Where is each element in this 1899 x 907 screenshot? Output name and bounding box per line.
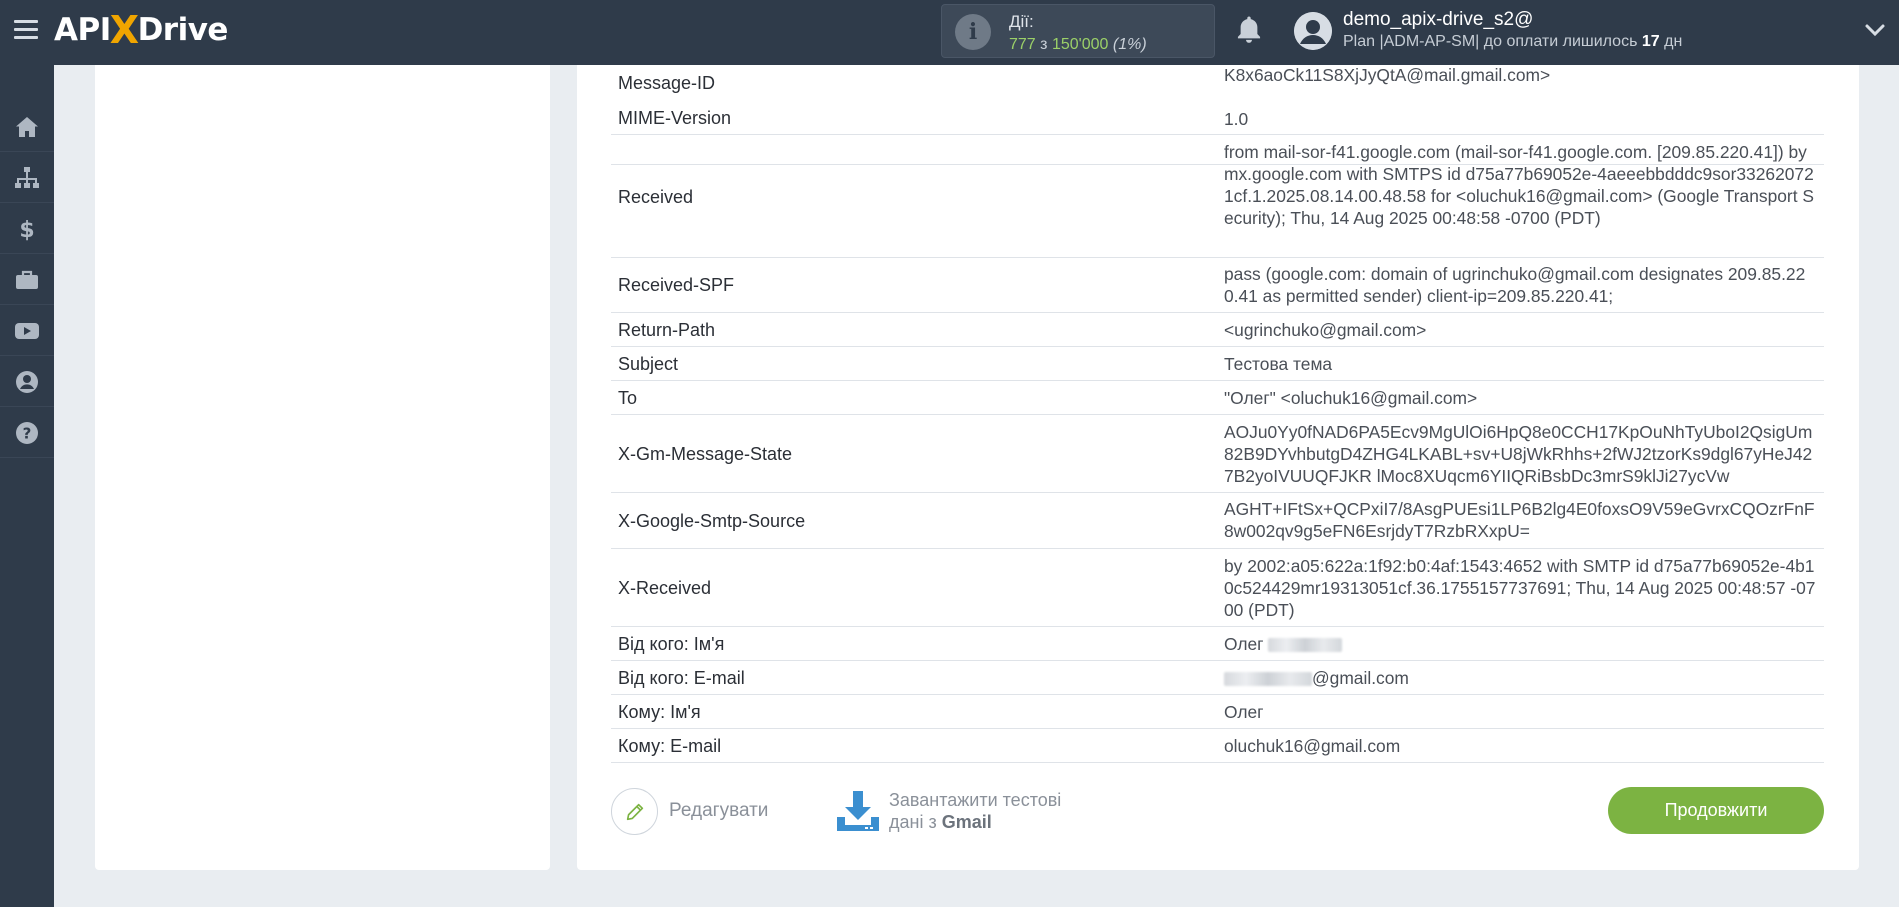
left-panel	[95, 65, 550, 870]
row-value: Тестова тема	[1224, 354, 1333, 374]
row-key: Від кого: E-mail	[618, 668, 745, 688]
table-row: Кому: Ім'я Олег	[611, 695, 1824, 729]
row-value: <ugrinchuko@gmail.com>	[1224, 320, 1427, 340]
download-text: Завантажити тестові дані з Gmail	[889, 790, 1062, 832]
user-avatar-icon	[1294, 12, 1332, 50]
row-value: by 2002:a05:622a:1f92:b0:4af:1543:4652 w…	[1224, 556, 1816, 620]
help-icon: ?	[16, 421, 38, 444]
briefcase-icon	[16, 270, 38, 289]
edit-circle	[611, 788, 658, 835]
row-value: pass (google.com: domain of ugrinchuko@g…	[1224, 264, 1806, 306]
sidebar-item-help[interactable]: ?	[0, 408, 54, 458]
row-value: @gmail.com	[1224, 667, 1819, 689]
row-value: Олег	[1224, 633, 1819, 655]
chevron-down-icon[interactable]	[1864, 22, 1886, 38]
row-key: Message-ID	[618, 73, 716, 93]
edit-label: Редагувати	[669, 800, 769, 821]
home-icon	[16, 116, 38, 137]
sidebar-item-home[interactable]	[0, 102, 54, 152]
sidebar-item-billing[interactable]: $	[0, 204, 54, 254]
actions-value: 777 з 150'000 (1%)	[1009, 36, 1147, 53]
sidebar-item-services[interactable]	[0, 255, 54, 305]
table-row: X-Gm-Message-State AOJu0Yy0fNAD6PA5Ecv9M…	[611, 415, 1824, 493]
pencil-icon	[626, 803, 643, 820]
sidebar-item-connections[interactable]	[0, 153, 54, 203]
download-icon	[837, 791, 879, 831]
table-row: To "Олег" <oluchuk16@gmail.com>	[611, 381, 1824, 415]
row-value: AOJu0Yy0fNAD6PA5Ecv9MgUlOi6HpQ8e0CCH17Kp…	[1224, 422, 1813, 486]
table-row: MIME-Version 1.0	[611, 100, 1824, 135]
svg-text:$: $	[19, 218, 34, 242]
redacted-text	[1224, 672, 1312, 687]
row-value: oluchuk16@gmail.com	[1224, 736, 1401, 756]
row-key: To	[618, 388, 638, 408]
table-row: Subject Тестова тема	[611, 347, 1824, 381]
row-value: K8x6aoCk11S8XjJyQtA@mail.gmail.com>	[1224, 65, 1551, 85]
continue-button[interactable]: Продовжити	[1608, 787, 1824, 834]
row-key: Кому: E-mail	[618, 736, 722, 756]
dollar-icon: $	[19, 218, 34, 242]
table-row: Return-Path <ugrinchuko@gmail.com>	[611, 313, 1824, 347]
actions-label: Дії:	[1009, 12, 1034, 31]
bell-icon[interactable]	[1234, 14, 1264, 46]
table-row: X-Received by 2002:a05:622a:1f92:b0:4af:…	[611, 549, 1824, 627]
info-icon: i	[955, 14, 991, 50]
row-value: "Олег" <oluchuk16@gmail.com>	[1224, 388, 1478, 408]
table-row: Від кого: Ім'я Олег	[611, 627, 1824, 661]
row-key: Received-SPF	[618, 275, 735, 295]
sitemap-icon	[15, 166, 39, 188]
main-panel: Message-ID K8x6aoCk11S8XjJyQtA@mail.gmai…	[577, 65, 1859, 870]
row-value: from mail-sor-f41.google.com (mail-sor-f…	[1224, 142, 1814, 228]
download-test-data-button[interactable]: Завантажити тестові дані з Gmail	[835, 787, 1095, 839]
sidebar-item-video[interactable]	[0, 306, 54, 356]
user-plan: Plan |ADM-AP-SM| до оплати лишилось 17 д…	[1343, 33, 1683, 50]
row-value: 1.0	[1224, 109, 1249, 129]
row-key: Кому: Ім'я	[618, 702, 701, 722]
row-value: AGHT+IFtSx+QCPxiI7/8AsgPUEsi1LP6B2lg4E0f…	[1224, 499, 1815, 541]
logo-text-drive: Drive	[137, 12, 229, 48]
table-row: Від кого: E-mail @gmail.com	[611, 661, 1824, 695]
row-key: X-Gm-Message-State	[618, 444, 793, 464]
svg-text:?: ?	[23, 424, 32, 442]
row-key: MIME-Version	[618, 108, 732, 128]
logo-text-api: API	[54, 12, 111, 48]
table-row: Кому: E-mail oluchuk16@gmail.com	[611, 729, 1824, 763]
row-key: Subject	[618, 354, 679, 374]
table-row: X-Google-Smtp-Source AGHT+IFtSx+QCPxiI7/…	[611, 493, 1824, 549]
menu-icon[interactable]	[14, 20, 38, 40]
user-icon	[16, 370, 38, 393]
row-key: X-Received	[618, 578, 712, 598]
video-icon	[15, 322, 39, 339]
sidebar: $ ?	[0, 65, 54, 907]
apixdrive-logo[interactable]: API X Drive	[54, 8, 228, 52]
table-row: Received-SPF pass (google.com: domain of…	[611, 258, 1824, 313]
sidebar-item-profile[interactable]	[0, 357, 54, 407]
logo-text-x: X	[109, 8, 139, 52]
redacted-text	[1268, 638, 1343, 653]
row-key: Received	[618, 187, 694, 207]
row-key: X-Google-Smtp-Source	[618, 511, 806, 531]
table-row: Received from mail-sor-f41.google.com (m…	[611, 135, 1824, 258]
avatar[interactable]	[1294, 12, 1332, 50]
user-name[interactable]: demo_apix-drive_s2@	[1343, 9, 1533, 31]
row-key: Від кого: Ім'я	[618, 634, 725, 654]
actions-counter[interactable]: i Дії: 777 з 150'000 (1%)	[941, 4, 1215, 58]
row-value: Олег	[1224, 702, 1264, 722]
edit-button[interactable]: Редагувати	[611, 788, 791, 836]
row-key: Return-Path	[618, 320, 716, 340]
